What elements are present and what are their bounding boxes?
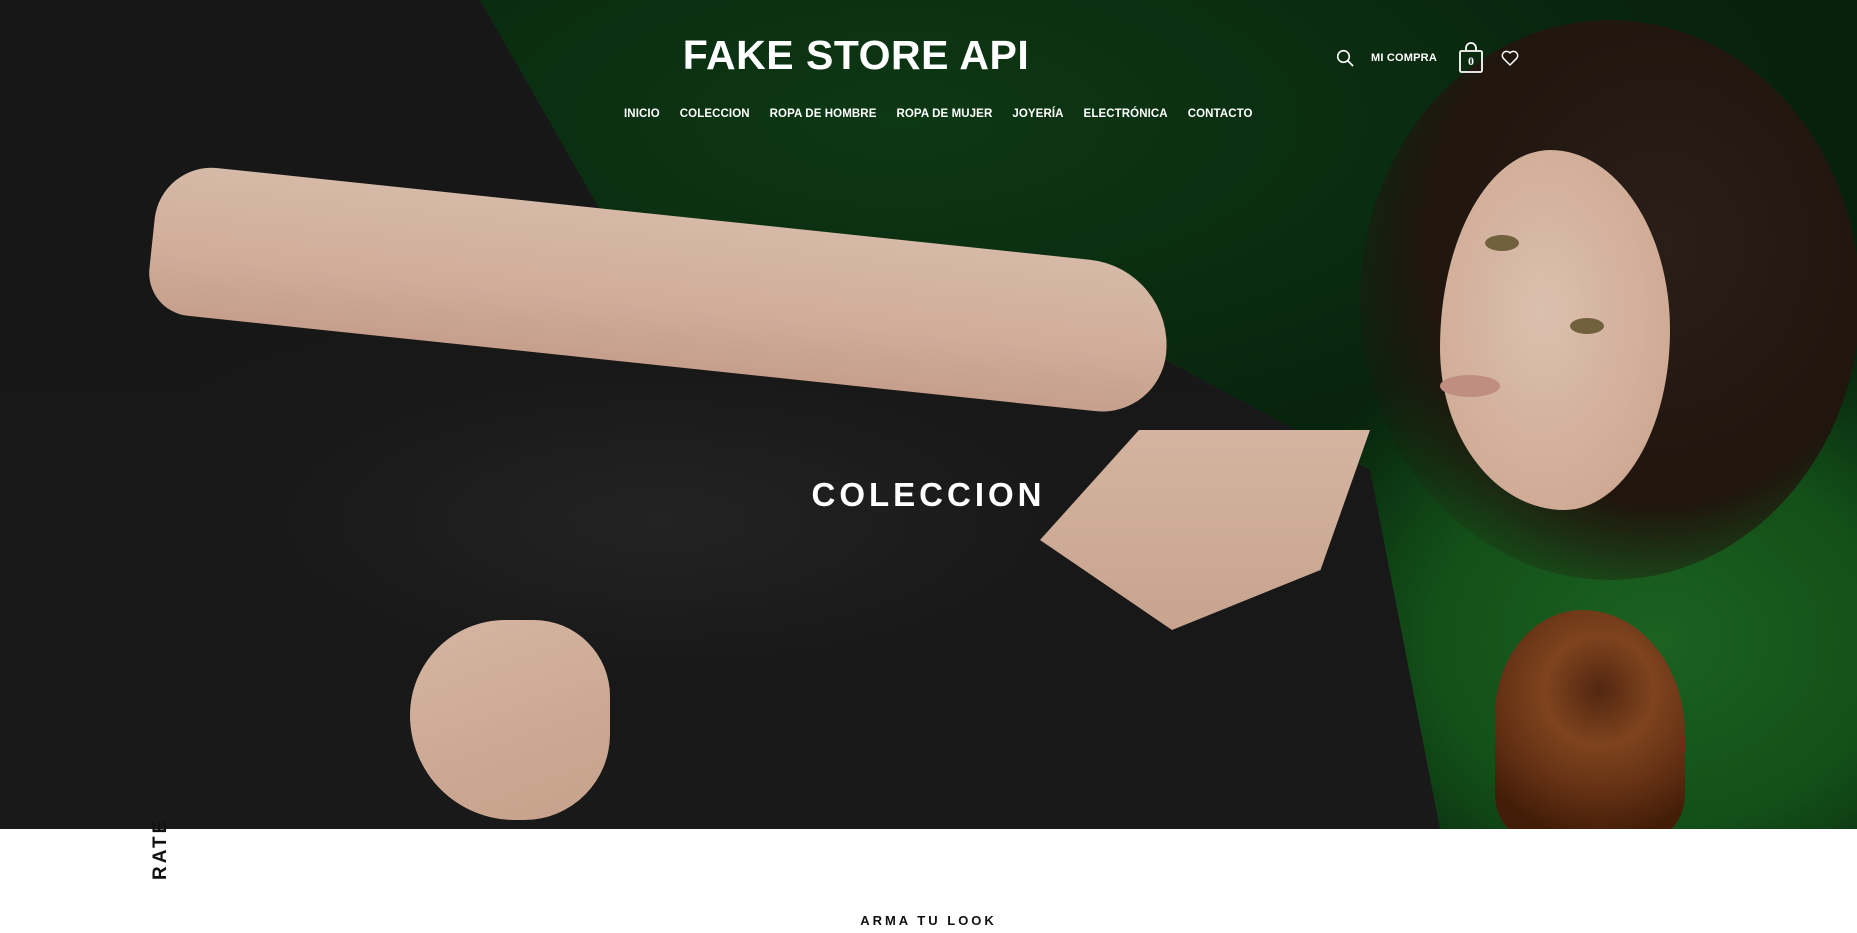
my-purchase-link[interactable]: MI COMPRA <box>1371 52 1437 64</box>
main-nav: INICIO COLECCION ROPA DE HOMBRE ROPA DE … <box>624 108 1273 120</box>
hero-title: COLECCION <box>811 476 1046 513</box>
nav-item-ropa-de-hombre[interactable]: ROPA DE HOMBRE <box>770 108 877 120</box>
search-icon[interactable] <box>1334 47 1356 69</box>
nav-item-coleccion[interactable]: COLECCION <box>680 108 750 120</box>
header-actions: MI COMPRA 0 <box>1334 40 1520 76</box>
vertical-side-text: RATE <box>150 817 171 880</box>
cart-button[interactable]: 0 <box>1458 42 1484 74</box>
nav-item-joyeria[interactable]: JOYERÍA <box>1012 108 1063 120</box>
nav-item-ropa-de-mujer[interactable]: ROPA DE MUJER <box>896 108 992 120</box>
hero-banner: FAKE STORE API MI COMPRA 0 INICIO COLECC… <box>0 0 1857 829</box>
nav-item-inicio[interactable]: INICIO <box>624 108 660 120</box>
hero-overlay <box>0 0 1857 829</box>
site-logo[interactable]: FAKE STORE API <box>678 32 1034 79</box>
heart-icon[interactable] <box>1500 48 1520 68</box>
nav-item-electronica[interactable]: ELECTRÓNICA <box>1084 108 1168 120</box>
cart-count-badge: 0 <box>1467 54 1474 68</box>
nav-item-contacto[interactable]: CONTACTO <box>1188 108 1253 120</box>
section-title: ARMA TU LOOK <box>860 913 997 928</box>
